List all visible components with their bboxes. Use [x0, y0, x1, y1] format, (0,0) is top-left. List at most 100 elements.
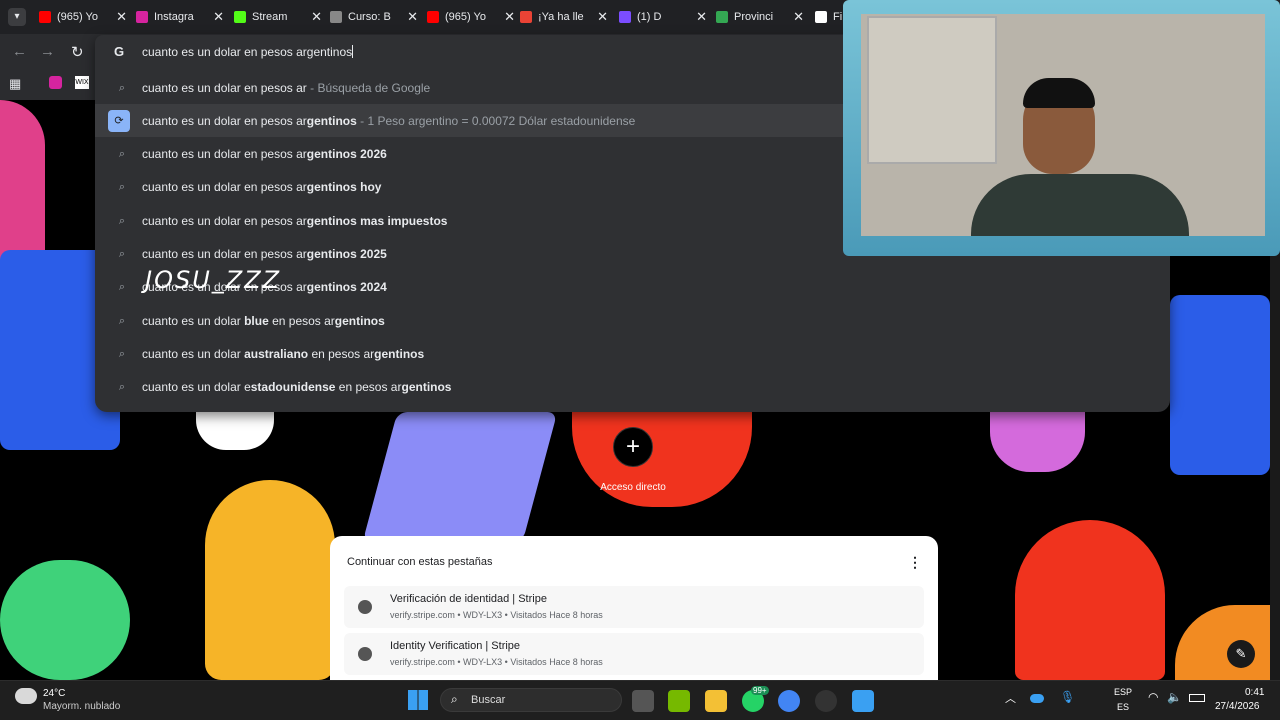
suggestion-text: gentinos	[401, 380, 452, 395]
tab[interactable]: Curso: B ✕	[330, 6, 418, 28]
file-explorer-icon[interactable]	[705, 690, 727, 712]
close-icon[interactable]: ✕	[311, 9, 322, 25]
tab[interactable]: (965) Yo ✕	[39, 6, 127, 28]
windows-start-icon[interactable]	[408, 690, 428, 710]
apps-grid-icon[interactable]: ▦	[9, 76, 21, 92]
suggestion-text: en pesos ar	[335, 380, 402, 395]
google-icon: G	[114, 44, 125, 59]
continue-item[interactable]: Identity Verification | Stripe verify.st…	[344, 633, 924, 675]
weather-icon	[15, 688, 37, 704]
nvidia-icon[interactable]	[668, 690, 690, 712]
globe-icon	[358, 647, 372, 661]
search-icon: ⌕	[118, 214, 126, 227]
tab[interactable]: Fi	[815, 6, 845, 28]
clock-date[interactable]: 27/4/2026	[1215, 701, 1260, 712]
continue-item-meta: verify.stripe.com • WDY-LX3 • Visitados …	[390, 610, 603, 620]
onedrive-icon[interactable]	[1030, 694, 1044, 703]
card-title: Continuar con estas pestañas	[347, 556, 493, 568]
back-icon[interactable]: ←	[12, 43, 27, 60]
lang-secondary[interactable]: ES	[1117, 702, 1129, 712]
task-view-icon[interactable]	[632, 690, 654, 712]
suggestion-text: cuanto es un dolar en pesos ar	[142, 247, 307, 261]
tab-search-button[interactable]: ▾	[8, 8, 26, 26]
suggestion-text: en pesos ar	[268, 313, 335, 328]
reload-icon[interactable]: ↻	[71, 43, 84, 61]
close-icon[interactable]: ✕	[407, 9, 418, 25]
continue-item-meta: verify.stripe.com • WDY-LX3 • Visitados …	[390, 657, 603, 667]
continue-item[interactable]: Verificación de identidad | Stripe verif…	[344, 586, 924, 628]
close-icon[interactable]: ✕	[793, 9, 804, 25]
tray-chevron-icon[interactable]: ︿	[1005, 690, 1016, 706]
continue-item-title: Identity Verification | Stripe	[390, 640, 521, 652]
search-icon: ⌕	[118, 281, 126, 294]
omnibox-input[interactable]: cuanto es un dolar en pesos argentinos	[142, 45, 354, 59]
obs-icon[interactable]	[815, 690, 837, 712]
wikipedia-icon	[815, 11, 827, 23]
tab-label: (965) Yo	[57, 11, 98, 23]
weather-desc[interactable]: Mayorm. nublado	[43, 701, 120, 712]
search-icon: ⌕	[118, 314, 126, 327]
close-icon[interactable]: ✕	[116, 9, 127, 25]
suggestion-text: cuanto es un dolar en pesos ar	[142, 113, 307, 128]
customize-pencil-icon[interactable]: ✎	[1227, 640, 1255, 668]
close-icon[interactable]: ✕	[504, 9, 515, 25]
tab-label: ¡Ya ha lle	[538, 11, 584, 23]
search-icon: ⌕	[118, 181, 126, 194]
bg-shape-blue-right	[1170, 295, 1270, 475]
taskbar-search[interactable]: ⌕ Buscar	[440, 688, 622, 712]
tab-label: (1) D	[637, 11, 662, 23]
suggestion-text: cuanto es un dolar en pesos ar	[142, 80, 307, 95]
close-icon[interactable]: ✕	[696, 9, 707, 25]
bookmark-wix-icon[interactable]: WIX	[75, 76, 89, 89]
volume-icon[interactable]: 🔈	[1167, 690, 1182, 704]
bookmark-instagram-icon[interactable]	[49, 76, 62, 89]
bg-shape-green	[0, 560, 130, 680]
bg-shape-purple	[362, 412, 558, 542]
pinned-app-icon[interactable]	[852, 690, 874, 712]
suggestion-text: - Búsqueda de Google	[306, 80, 431, 95]
clock-time[interactable]: 0:41	[1245, 687, 1264, 698]
suggestion-text: gentinos 2024	[306, 280, 387, 295]
webcam-feed	[861, 14, 1265, 236]
weather-temp[interactable]: 24°C	[43, 688, 65, 699]
tab[interactable]: Stream ✕	[234, 6, 322, 28]
tab-label: Provinci	[734, 11, 774, 23]
bg-shape-yellow	[205, 480, 335, 680]
wifi-icon[interactable]: ◠	[1148, 690, 1158, 704]
gmail-icon	[520, 11, 532, 23]
omnibox-suggestion[interactable]: ⌕ cuanto es un dolar estadounidense en pe…	[95, 371, 1170, 404]
suggestion-text: cuanto es un dolar en pesos ar	[142, 180, 307, 195]
suggestion-text: cuanto es un dolar en pesos ar	[142, 213, 307, 228]
suggestion-text: cuanto es un dolar en pesos ar	[142, 147, 307, 162]
suggestion-text: australiano	[244, 346, 309, 361]
suggestion-text: gentinos	[334, 313, 385, 328]
tab[interactable]: (1) D ✕	[619, 6, 707, 28]
whiteboard	[867, 16, 997, 164]
battery-icon[interactable]	[1189, 694, 1205, 702]
shortcut-label: Acceso directo	[600, 482, 666, 493]
chrome-icon[interactable]	[778, 690, 800, 712]
search-placeholder: Buscar	[471, 694, 506, 706]
tab[interactable]: Instagra ✕	[136, 6, 224, 28]
tab-label: Stream	[252, 11, 288, 23]
mic-icon[interactable]: 🎙	[1060, 690, 1075, 704]
close-icon[interactable]: ✕	[213, 9, 224, 25]
omnibox-suggestion[interactable]: ⌕ cuanto es un dolar australiano en pesos…	[95, 337, 1170, 370]
course-icon	[330, 11, 342, 23]
search-icon: ⌕	[118, 81, 126, 94]
instagram-icon	[136, 11, 148, 23]
add-shortcut-button[interactable]: +	[613, 427, 653, 467]
tab[interactable]: ¡Ya ha lle ✕	[520, 6, 608, 28]
close-icon[interactable]: ✕	[597, 9, 608, 25]
bg-shape-pink-right	[990, 412, 1085, 472]
lang-primary[interactable]: ESP	[1114, 687, 1132, 697]
tab[interactable]: (965) Yo ✕	[427, 6, 515, 28]
more-options-icon[interactable]: ⋮	[908, 554, 922, 571]
forward-icon[interactable]: →	[40, 43, 55, 60]
omnibox-suggestion[interactable]: ⌕ cuanto es un dolar blue en pesos argent…	[95, 304, 1170, 337]
tab-label: (965) Yo	[445, 11, 486, 23]
suggestion-text: gentinos hoy	[306, 180, 382, 195]
suggestion-text: blue	[244, 313, 269, 328]
tab[interactable]: Provinci ✕	[716, 6, 804, 28]
bg-shape-red-right	[1015, 520, 1165, 680]
